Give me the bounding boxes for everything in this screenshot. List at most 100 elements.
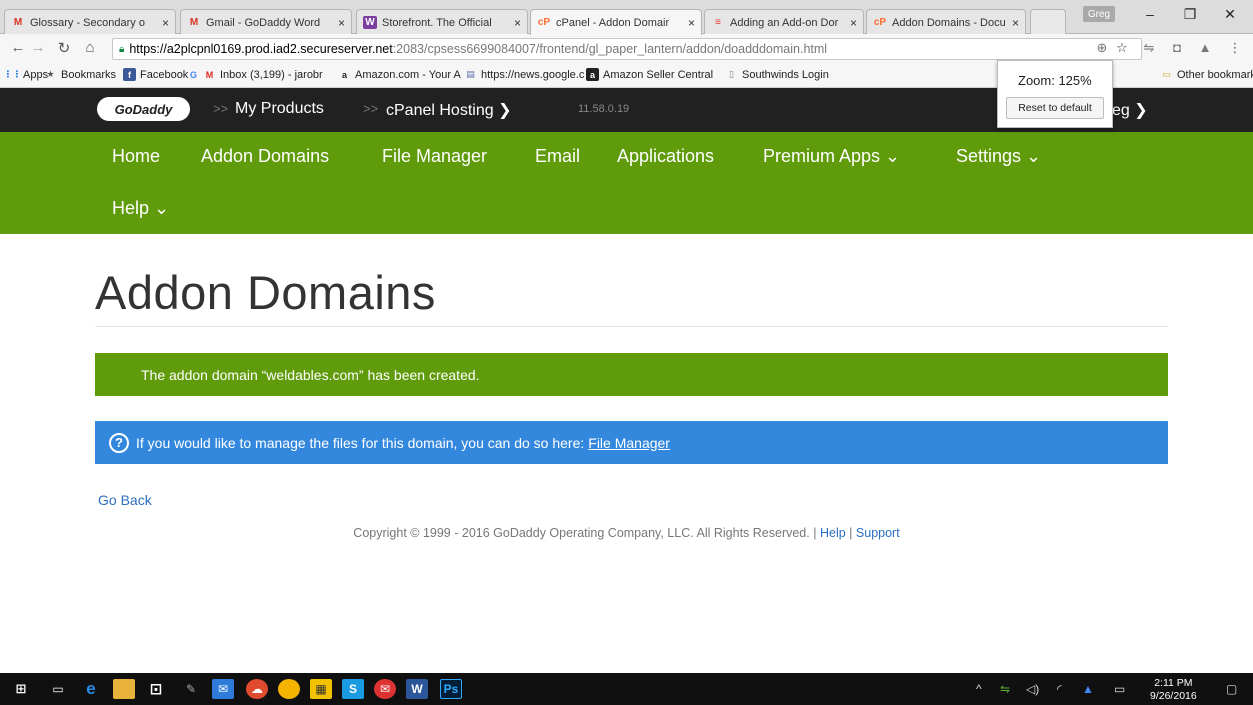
bookmark-google[interactable]: G	[187, 68, 204, 81]
lock-icon: 🔒︎	[119, 43, 125, 55]
menu-icon[interactable]: ⋮	[1226, 40, 1244, 56]
minimize-icon[interactable]: –	[1135, 6, 1165, 22]
file-manager-link[interactable]: File Manager	[588, 435, 670, 451]
tab-title: Glossary - Secondary o	[30, 16, 145, 29]
file-explorer-icon[interactable]	[113, 679, 135, 699]
word-icon[interactable]: W	[406, 679, 428, 699]
close-icon[interactable]: ×	[338, 16, 345, 30]
close-icon[interactable]: ×	[1012, 16, 1019, 30]
browser-tab-5[interactable]: ≡ Adding an Add-on Dor ×	[704, 9, 864, 35]
restore-icon[interactable]: ❐	[1175, 6, 1205, 23]
my-products-link[interactable]: My Products	[235, 100, 324, 118]
reset-zoom-button[interactable]: Reset to default	[1006, 97, 1104, 119]
skype-icon[interactable]: S	[342, 679, 364, 699]
close-icon[interactable]: ×	[162, 16, 169, 30]
browser-tab-1[interactable]: M Glossary - Secondary o ×	[4, 9, 176, 35]
bookmark-label: Southwinds Login	[742, 68, 829, 81]
cloud-app-icon[interactable]: ☁	[246, 679, 268, 699]
notification-icon[interactable]: ▢	[1226, 682, 1237, 696]
wifi-icon[interactable]: ◜	[1057, 682, 1062, 696]
close-icon[interactable]: ×	[850, 16, 857, 30]
main-nav: Home Addon Domains File Manager Email Ap…	[0, 132, 1253, 234]
star-icon[interactable]: ☆	[1113, 40, 1131, 56]
nav-home[interactable]: Home	[112, 146, 160, 167]
extension-icon[interactable]: ◘	[1168, 40, 1186, 55]
footer-support-link[interactable]: Support	[856, 526, 900, 540]
browser-tab-6[interactable]: cP Addon Domains - Docu ×	[866, 9, 1026, 35]
browser-tab-3[interactable]: W Storefront. The Official ×	[356, 9, 528, 35]
nav-applications[interactable]: Applications	[617, 146, 714, 167]
window-close-icon[interactable]: ✕	[1215, 6, 1245, 23]
forward-arrow-icon[interactable]: →	[28, 39, 48, 56]
home-icon[interactable]: ⌂	[80, 39, 100, 56]
bookmark-label: https://news.google.c	[481, 68, 585, 81]
bookmark-inbox[interactable]: M Inbox (3,199) - jarobr	[203, 68, 323, 81]
bookmark-label: Inbox (3,199) - jarobr	[220, 68, 323, 81]
tab-title: Gmail - GoDaddy Word	[206, 16, 321, 29]
chrome-icon[interactable]	[278, 679, 300, 699]
bookmark-southwinds[interactable]: ▯ Southwinds Login	[725, 68, 829, 81]
drive-icon[interactable]: ▲	[1196, 40, 1214, 55]
bookmark-other[interactable]: ▭ Other bookmarks	[1160, 68, 1253, 81]
go-back-link[interactable]: Go Back	[98, 492, 152, 508]
footer-separator: |	[849, 526, 853, 540]
clock-date: 9/26/2016	[1150, 690, 1197, 702]
google-icon: G	[189, 69, 197, 80]
mail-app-icon[interactable]: ✉	[374, 679, 396, 699]
nav-help[interactable]: Help ⌄	[112, 198, 169, 219]
edge-icon[interactable]: e	[80, 679, 102, 699]
chevron-up-icon[interactable]: ^	[976, 682, 982, 696]
browser-tab-strip: M Glossary - Secondary o × M Gmail - GoD…	[0, 0, 1253, 35]
nav-addon-domains[interactable]: Addon Domains	[201, 146, 329, 167]
windows-start-icon[interactable]: ⊞	[10, 679, 32, 699]
mail-icon[interactable]: ✉	[212, 679, 234, 699]
photoshop-icon[interactable]: Ps	[440, 679, 462, 699]
calendar-app-icon[interactable]: ▦	[310, 679, 332, 699]
cpanel-icon: cP	[873, 17, 887, 28]
drive-icon[interactable]: ▲	[1082, 682, 1094, 696]
folder-icon: ▭	[1162, 69, 1171, 79]
browser-tab-4-active[interactable]: cP cPanel - Addon Domair ×	[530, 9, 702, 35]
profile-button[interactable]: Greg	[1083, 6, 1115, 22]
godaddy-logo[interactable]: GoDaddy	[97, 97, 190, 121]
keyboard-icon[interactable]: ▭	[1114, 682, 1125, 696]
nav-settings[interactable]: Settings ⌄	[956, 146, 1041, 167]
bookmark-bookmarks[interactable]: ★ Bookmarks	[44, 68, 116, 81]
tab-title: cPanel - Addon Domair	[556, 16, 670, 29]
cpanel-icon: cP	[537, 17, 551, 28]
store-icon[interactable]: ⊡	[145, 679, 167, 699]
footer-help-link[interactable]: Help	[820, 526, 846, 540]
user-menu[interactable]: eg ❯	[1112, 100, 1148, 120]
separator: >>	[213, 101, 229, 116]
nav-email[interactable]: Email	[535, 146, 580, 167]
task-view-icon[interactable]: ▭	[47, 679, 69, 699]
new-tab-button[interactable]	[1030, 9, 1066, 35]
tab-title: Adding an Add-on Dor	[730, 16, 839, 29]
reload-icon[interactable]: ↻	[54, 39, 74, 57]
nav-file-manager[interactable]: File Manager	[382, 146, 487, 167]
apps-grid-icon: ⋮⋮	[3, 69, 22, 79]
close-icon[interactable]: ×	[688, 16, 695, 30]
browser-tab-2[interactable]: M Gmail - GoDaddy Word ×	[180, 9, 352, 35]
bookmark-facebook[interactable]: f Facebook	[123, 68, 188, 81]
extension-icon[interactable]: ⇋	[1140, 40, 1158, 56]
pen-icon[interactable]: ✎	[180, 679, 202, 699]
back-arrow-icon[interactable]: ←	[8, 39, 28, 56]
network-app-icon[interactable]: ⇋	[1000, 682, 1010, 696]
volume-icon[interactable]: ◁)	[1026, 682, 1039, 696]
bookmark-apps[interactable]: ⋮⋮ Apps	[3, 68, 49, 81]
bookmark-seller-central[interactable]: a Amazon Seller Central	[586, 68, 713, 81]
amazon-icon: a	[341, 69, 347, 80]
nav-premium-apps[interactable]: Premium Apps ⌄	[763, 146, 900, 167]
close-icon[interactable]: ×	[514, 16, 521, 30]
bookmark-amazon[interactable]: a Amazon.com - Your A	[338, 68, 461, 81]
cpanel-hosting-dropdown[interactable]: cPanel Hosting ❯	[386, 100, 511, 120]
system-clock[interactable]: 2:11 PM 9/26/2016	[1150, 677, 1197, 703]
tab-title: Addon Domains - Docu	[892, 16, 1006, 29]
zoom-icon[interactable]: ⊕	[1093, 40, 1111, 56]
tab-title: Storefront. The Official	[382, 16, 492, 29]
page-title: Addon Domains	[95, 266, 436, 319]
bookmark-news[interactable]: ▤ https://news.google.c	[464, 68, 584, 81]
url-host: https://a2plcpnl0169.prod.iad2.secureser…	[129, 42, 393, 56]
address-bar[interactable]: 🔒︎ https://a2plcpnl0169.prod.iad2.secure…	[112, 38, 1142, 60]
